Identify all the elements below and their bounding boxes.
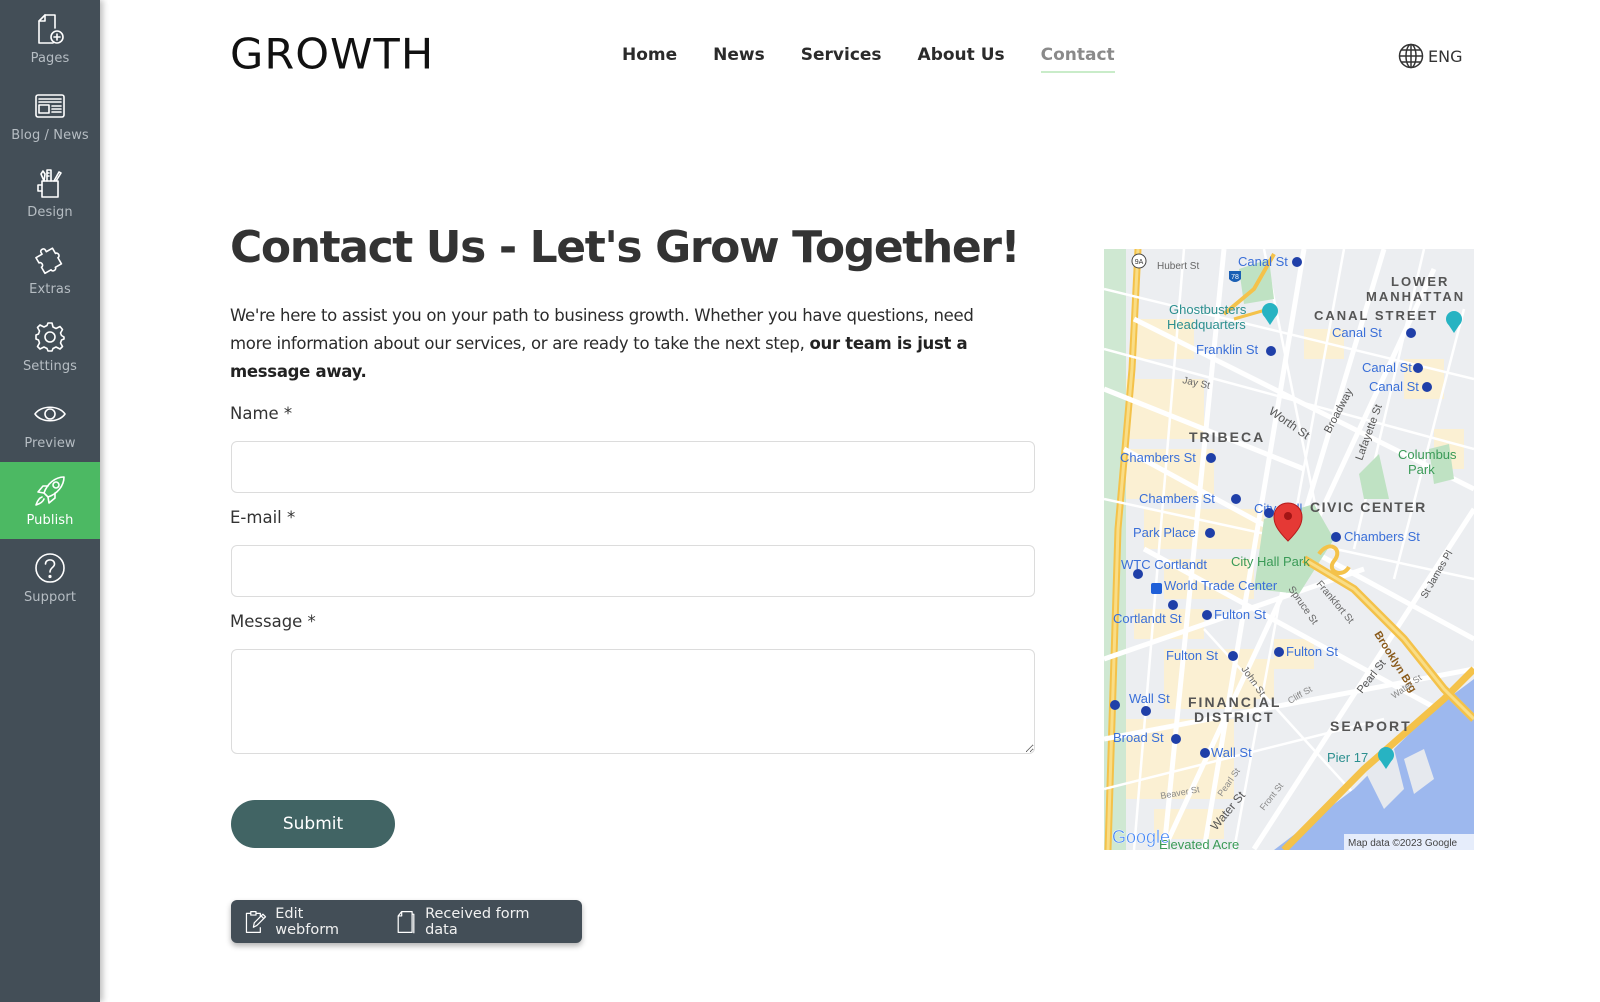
map-label: Fulton St	[1214, 607, 1266, 622]
map-label: CIVIC CENTER	[1310, 499, 1427, 515]
page-title: Contact Us - Let's Grow Together!	[230, 222, 1021, 273]
google-logo: Google	[1112, 827, 1170, 847]
map-label: CANAL STREET	[1314, 308, 1438, 323]
map-label: Canal St	[1362, 360, 1412, 375]
map-label: Canal St	[1332, 325, 1382, 340]
edit-webform-label: Edit webform	[275, 905, 340, 938]
map-label: Chambers St	[1344, 529, 1420, 544]
sidebar-item-label: Preview	[24, 435, 76, 451]
site-logo[interactable]: GROWTH	[230, 31, 434, 80]
map-label: WTC Cortlandt	[1121, 557, 1207, 572]
svg-text:9A: 9A	[1135, 259, 1144, 266]
page-add-icon	[38, 13, 64, 44]
nav-about-us[interactable]: About Us	[918, 45, 1005, 73]
message-field[interactable]	[231, 649, 1035, 754]
map-label: Chambers St	[1120, 450, 1196, 465]
map-label: Fulton St	[1286, 644, 1338, 659]
sidebar-item-support[interactable]: Support	[0, 539, 100, 616]
sidebar-item-preview[interactable]: Preview	[0, 385, 100, 462]
map-label: Chambers St	[1139, 491, 1215, 506]
map-label: World Trade Center	[1164, 578, 1278, 593]
map-label: Ghostbusters	[1169, 302, 1247, 317]
svg-text:Google: Google	[1112, 827, 1170, 847]
name-label: Name *	[230, 404, 293, 423]
sidebar-item-blog-news[interactable]: Blog / News	[0, 77, 100, 154]
editor-sidebar: Pages Blog / News Design Extras Settings…	[0, 0, 100, 1002]
svg-text:78: 78	[1231, 274, 1239, 281]
document-icon	[397, 910, 415, 933]
map-label: Wall St	[1211, 745, 1252, 760]
sidebar-item-pages[interactable]: Pages	[0, 0, 100, 77]
sidebar-item-label: Publish	[26, 512, 74, 528]
sidebar-item-label: Support	[23, 589, 77, 605]
intro-paragraph: We're here to assist you on your path to…	[230, 302, 1010, 386]
sidebar-item-label: Pages	[30, 50, 70, 66]
map-label: City Hall Park	[1231, 554, 1310, 569]
nav-home[interactable]: Home	[622, 45, 677, 73]
map-label: Columbus	[1398, 447, 1457, 462]
sidebar-item-label: Blog / News	[11, 127, 89, 143]
received-form-data-button[interactable]: Received form data	[393, 906, 548, 938]
sidebar-item-label: Extras	[29, 281, 71, 297]
google-map[interactable]: 9A 78 Hubert St Canal St Ghostbusters He…	[1104, 249, 1474, 850]
main-navigation: Home News Services About Us Contact	[622, 45, 1151, 73]
nav-contact[interactable]: Contact	[1040, 45, 1115, 73]
name-field[interactable]	[231, 441, 1035, 493]
map-label: Park Place	[1133, 525, 1196, 540]
map-label: Broad St	[1113, 730, 1164, 745]
message-label: Message *	[230, 612, 316, 631]
sidebar-item-label: Settings	[22, 358, 78, 374]
map-label: DISTRICT	[1194, 709, 1275, 725]
eye-icon	[34, 405, 66, 422]
webform-edit-toolbar: Edit webform Received form data	[231, 900, 582, 943]
sidebar-item-extras[interactable]: Extras	[0, 231, 100, 308]
map-label: MANHATTAN	[1366, 289, 1465, 304]
puzzle-icon	[35, 246, 63, 274]
map-label: Canal St	[1238, 254, 1288, 269]
map-label: Fulton St	[1166, 648, 1218, 663]
map-label: Pier 17	[1327, 750, 1368, 765]
map-label: Franklin St	[1196, 342, 1259, 357]
nav-services[interactable]: Services	[801, 45, 882, 73]
sidebar-item-publish[interactable]: Publish	[0, 462, 100, 539]
map-label: TRIBECA	[1189, 429, 1265, 445]
globe-icon	[1398, 43, 1424, 69]
map-label: Wall St	[1129, 691, 1170, 706]
map-attribution[interactable]: Map data ©2023 Google	[1348, 838, 1458, 849]
nav-news[interactable]: News	[713, 45, 765, 73]
map-label: LOWER	[1391, 274, 1449, 289]
email-field[interactable]	[231, 545, 1035, 597]
map-canvas: 9A 78 Hubert St Canal St Ghostbusters He…	[1104, 249, 1474, 850]
submit-button[interactable]: Submit	[231, 800, 395, 848]
sidebar-item-label: Design	[27, 204, 73, 220]
route-9a-shield: 9A	[1131, 253, 1147, 269]
sidebar-item-settings[interactable]: Settings	[0, 308, 100, 385]
map-label: SEAPORT	[1330, 718, 1412, 734]
map-label: Cortlandt St	[1113, 611, 1182, 626]
language-selector[interactable]: ENG	[1398, 43, 1462, 69]
edit-webform-button[interactable]: Edit webform	[243, 906, 359, 938]
map-label: Canal St	[1369, 379, 1419, 394]
rocket-icon	[35, 475, 65, 506]
help-icon	[35, 552, 65, 583]
email-label: E-mail *	[230, 508, 296, 527]
map-label: FINANCIAL	[1188, 694, 1281, 710]
map-label: Headquarters	[1167, 317, 1246, 332]
map-label: Elevated Acre	[1159, 837, 1239, 850]
received-form-data-label: Received form data	[425, 905, 530, 938]
interstate-78-shield: 78	[1229, 271, 1241, 282]
clipboard-edit-icon	[245, 910, 267, 933]
newspaper-icon	[35, 93, 65, 118]
gear-icon	[35, 321, 65, 352]
sidebar-item-design[interactable]: Design	[0, 154, 100, 231]
map-label: Hubert St	[1157, 261, 1199, 272]
language-label: ENG	[1428, 46, 1463, 66]
map-label: Park	[1408, 462, 1435, 477]
design-tools-icon	[37, 168, 62, 198]
